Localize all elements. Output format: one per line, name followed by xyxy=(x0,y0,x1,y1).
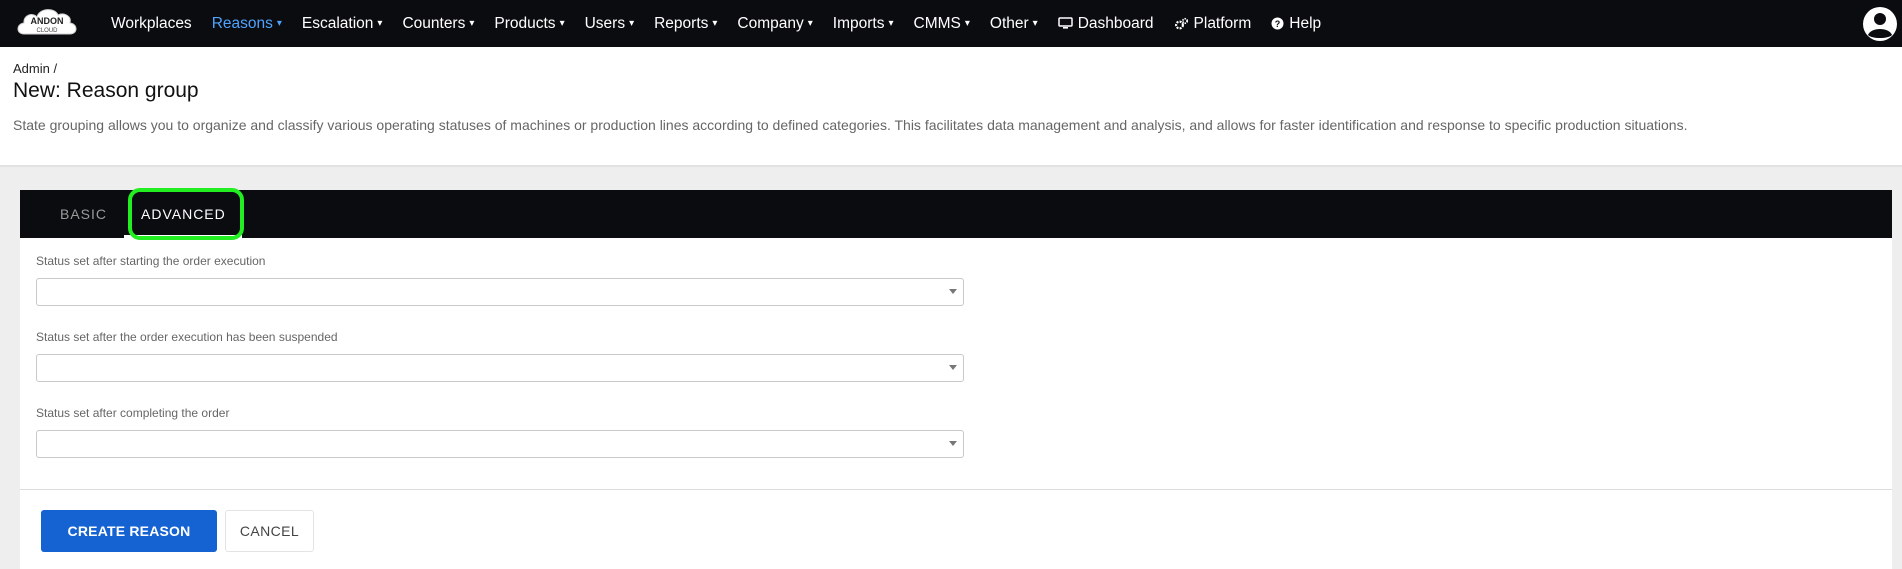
nav-label: Products xyxy=(494,14,556,32)
page-description: State grouping allows you to organize an… xyxy=(13,117,1688,133)
page-title: New: Reason group xyxy=(13,79,199,102)
chevron-down-icon: ▾ xyxy=(888,18,894,29)
nav-item-reports[interactable]: Reports ▾ xyxy=(654,15,717,33)
chevron-down-icon: ▾ xyxy=(1032,18,1038,29)
field-label-order-completed-status: Status set after completing the order xyxy=(36,406,230,420)
chevron-down-icon: ▾ xyxy=(712,18,718,29)
nav-menu: Workplaces Reasons ▾ Escalation ▾ Counters… xyxy=(111,0,1341,47)
chevron-down-icon: ▾ xyxy=(964,18,970,29)
andon-cloud-logo[interactable]: ANDON CLOUD xyxy=(14,4,80,42)
logo-text-top: ANDON xyxy=(31,16,64,26)
nav-item-products[interactable]: Products ▾ xyxy=(494,15,564,33)
nav-label: Dashboard xyxy=(1077,14,1154,32)
nav-label: Company xyxy=(737,14,804,32)
tab-bar: BASIC ADVANCED xyxy=(20,188,1892,240)
breadcrumb[interactable]: Admin / xyxy=(13,61,57,76)
field-label-order-suspended-status: Status set after the order execution has… xyxy=(36,330,338,344)
nav-item-company[interactable]: Company ▾ xyxy=(737,15,812,33)
nav-label: Escalation xyxy=(301,14,374,32)
order-completed-status-select[interactable] xyxy=(36,430,964,458)
svg-text:?: ? xyxy=(1275,19,1281,29)
dropdown-arrow-icon xyxy=(949,289,957,294)
nav-item-escalation[interactable]: Escalation ▾ xyxy=(302,15,383,33)
nav-label: Imports xyxy=(832,14,885,32)
chevron-down-icon: ▾ xyxy=(469,18,475,29)
logo-text-bottom: CLOUD xyxy=(36,28,58,34)
create-reason-group-button[interactable]: CREATE REASON GROUP xyxy=(41,510,217,569)
nav-label: Users xyxy=(584,14,626,32)
nav-label: Help xyxy=(1289,14,1322,32)
dropdown-arrow-icon xyxy=(949,365,957,370)
nav-label: Platform xyxy=(1193,14,1252,32)
cancel-button[interactable]: CANCEL xyxy=(225,510,314,552)
order-start-status-select[interactable] xyxy=(36,278,964,306)
tab-basic[interactable]: BASIC xyxy=(60,190,107,238)
nav-item-imports[interactable]: Imports ▾ xyxy=(833,15,894,33)
chevron-down-icon: ▾ xyxy=(377,18,383,29)
cogs-icon xyxy=(1174,17,1189,31)
dropdown-arrow-icon xyxy=(949,441,957,446)
field-label-order-start-status: Status set after starting the order exec… xyxy=(36,254,266,268)
nav-label: CMMS xyxy=(913,14,961,32)
form-divider xyxy=(20,489,1892,490)
chevron-down-icon: ▾ xyxy=(807,18,813,29)
tab-highlight-outline xyxy=(128,188,244,240)
nav-label: Reasons xyxy=(211,14,273,32)
chevron-down-icon: ▾ xyxy=(629,18,635,29)
nav-label: Reports xyxy=(654,14,709,32)
top-navbar: ANDON CLOUD Workplaces Reasons ▾ Escalati… xyxy=(0,0,1902,47)
nav-item-platform[interactable]: Platform xyxy=(1174,14,1252,33)
nav-label: Counters xyxy=(402,14,466,32)
order-suspended-status-select[interactable] xyxy=(36,354,964,382)
nav-item-reasons[interactable]: Reasons ▾ xyxy=(212,15,282,33)
nav-label: Workplaces xyxy=(111,14,192,32)
nav-item-help[interactable]: ? Help xyxy=(1271,15,1321,33)
chevron-down-icon: ▾ xyxy=(559,18,565,29)
nav-item-users[interactable]: Users ▾ xyxy=(585,15,635,33)
nav-label: Other xyxy=(989,14,1029,32)
nav-item-counters[interactable]: Counters ▾ xyxy=(402,15,474,33)
reason-group-form-card: BASIC ADVANCED Status set after starting… xyxy=(20,188,1892,569)
monitor-icon xyxy=(1057,17,1073,30)
nav-item-workplaces[interactable]: Workplaces xyxy=(111,15,192,33)
nav-item-dashboard[interactable]: Dashboard xyxy=(1057,14,1154,33)
user-circle-icon[interactable] xyxy=(1862,6,1898,42)
question-circle-icon: ? xyxy=(1271,17,1284,30)
nav-item-other[interactable]: Other ▾ xyxy=(990,15,1038,33)
chevron-down-icon: ▾ xyxy=(276,18,282,29)
nav-item-cmms[interactable]: CMMS ▾ xyxy=(914,15,970,33)
